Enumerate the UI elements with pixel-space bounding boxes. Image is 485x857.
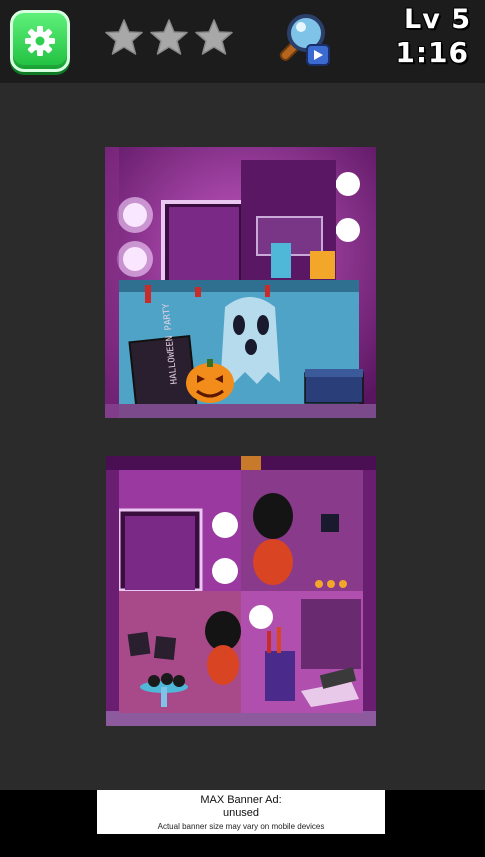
- level-label: Lv 5: [404, 4, 471, 35]
- star-2-icon: [150, 19, 188, 55]
- puzzle-tile-3[interactable]: [119, 591, 241, 713]
- halloween-party-scene: HALLOWEEN PARTY: [105, 147, 376, 418]
- puzzle-tile-1[interactable]: [119, 470, 241, 591]
- ad-title: MAX Banner Ad:: [200, 794, 282, 806]
- puzzle-tile-2[interactable]: [241, 470, 363, 591]
- top-bar: Lv 5 1:16: [0, 0, 485, 83]
- ad-note: Actual banner size may vary on mobile de…: [157, 822, 325, 831]
- star-1-icon: [105, 19, 143, 55]
- settings-button[interactable]: [10, 10, 70, 72]
- banner-ad[interactable]: MAX Banner Ad: unused Actual banner size…: [97, 790, 385, 834]
- gear-icon: [25, 26, 55, 56]
- ad-status: unused: [222, 807, 260, 819]
- timer: 1:16: [395, 36, 469, 69]
- star-3-icon: [195, 19, 233, 55]
- puzzle-board-scrambled: [106, 456, 376, 726]
- magnifier-hint-icon[interactable]: [274, 9, 336, 73]
- puzzle-tile-4[interactable]: [241, 591, 363, 713]
- puzzle-board-reference: HALLOWEEN PARTY: [105, 147, 376, 418]
